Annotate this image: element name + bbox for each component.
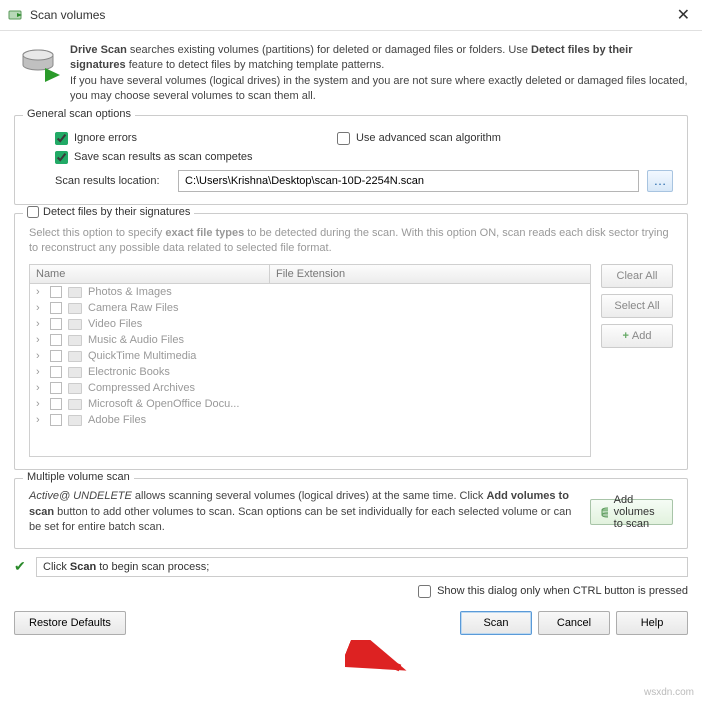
multi-legend: Multiple volume scan [23,471,134,483]
general-scan-options: General scan options Ignore errors Use a… [14,115,688,205]
scan-icon [8,7,24,23]
file-types-tree[interactable]: Name File Extension ›Photos & Images›Cam… [29,264,591,457]
titlebar: Scan volumes ✕ [0,0,702,31]
tree-header: Name File Extension [30,265,590,284]
multiple-volume-scan: Multiple volume scan Active@ UNDELETE al… [14,478,688,548]
tree-item[interactable]: ›Electronic Books [30,364,590,380]
intro-text: Drive Scan searches existing volumes (pa… [70,43,688,105]
tree-item[interactable]: ›Music & Audio Files [30,332,590,348]
general-legend: General scan options [23,108,135,120]
cancel-button[interactable]: Cancel [538,611,610,635]
use-advanced-checkbox[interactable]: Use advanced scan algorithm [337,132,501,145]
tree-item[interactable]: ›Microsoft & OpenOffice Docu... [30,396,590,412]
restore-defaults-button[interactable]: Restore Defaults [14,611,126,635]
location-input[interactable] [178,170,639,192]
drive-scan-icon [20,43,60,83]
check-icon: ✔ [14,558,30,575]
ignore-errors-checkbox[interactable]: Ignore errors [55,132,137,145]
button-row: Restore Defaults Scan Cancel Help [14,609,688,637]
status-row: ✔ Click Scan to begin scan process; [14,557,688,577]
signatures-legend[interactable]: Detect files by their signatures [23,206,194,218]
browse-button[interactable]: … [647,170,673,192]
tree-item[interactable]: ›Video Files [30,316,590,332]
status-text: Click Scan to begin scan process; [36,557,688,577]
tree-item[interactable]: ›QuickTime Multimedia [30,348,590,364]
annotation-arrow [345,640,415,680]
signatures-desc: Select this option to specify exact file… [29,226,673,257]
location-label: Scan results location: [55,175,170,187]
clear-all-button[interactable]: Clear All [601,264,673,288]
window-title: Scan volumes [30,8,673,22]
add-volumes-button[interactable]: Add volumes to scan [590,499,673,525]
select-all-button[interactable]: Select All [601,294,673,318]
scan-button[interactable]: Scan [460,611,532,635]
volume-icon [601,505,608,519]
help-button[interactable]: Help [616,611,688,635]
close-button[interactable]: ✕ [673,5,694,25]
tree-item[interactable]: ›Adobe Files [30,412,590,428]
add-filetype-button[interactable]: +Add [601,324,673,348]
tree-item[interactable]: ›Camera Raw Files [30,300,590,316]
signatures-checkbox[interactable] [27,206,39,218]
save-results-checkbox[interactable]: Save scan results as scan competes [55,151,253,164]
watermark: wsxdn.com [644,687,694,698]
tree-item[interactable]: ›Compressed Archives [30,380,590,396]
show-dialog-checkbox[interactable]: Show this dialog only when CTRL button i… [418,585,688,598]
intro-section: Drive Scan searches existing volumes (pa… [14,39,688,115]
detect-signatures: Detect files by their signatures Select … [14,213,688,471]
tree-item[interactable]: ›Photos & Images [30,284,590,300]
multi-desc: Active@ UNDELETE allows scanning several… [29,489,580,535]
